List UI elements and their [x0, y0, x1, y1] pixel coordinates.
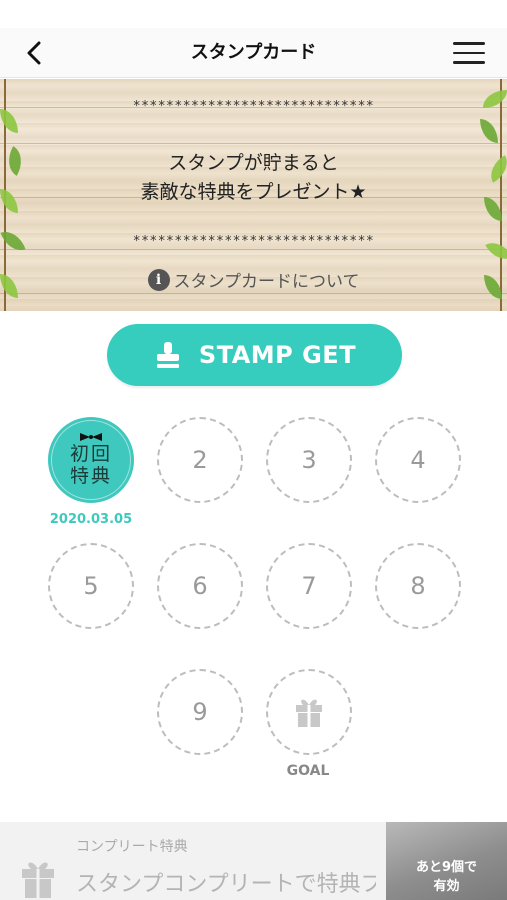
stamp-date: 2020.03.05: [49, 512, 133, 527]
reward-gift-icon: [20, 858, 56, 900]
info-banner: ***************************** スタンプが貯まると …: [0, 79, 507, 311]
about-stamp-card-link[interactable]: i スタンプカードについて: [0, 267, 507, 292]
stamp-slot-goal: [266, 669, 352, 755]
about-stamp-card-label: スタンプカードについて: [173, 272, 360, 292]
stamp-slot-2: 2: [157, 417, 243, 503]
decorative-stars-bottom: *****************************: [132, 234, 375, 249]
stamp-slot-3: 3: [266, 417, 352, 503]
reward-description: スタンプコンプリートで特典プ: [76, 872, 376, 897]
stamp-slot-1-completed: 初回特典: [48, 417, 134, 503]
remaining-line2: 有効: [433, 879, 460, 894]
stamp-get-button[interactable]: STAMP GET: [107, 324, 402, 386]
stamp-get-label: STAMP GET: [198, 341, 357, 369]
stamp-slot-4: 4: [375, 417, 461, 503]
stamp-icon: [156, 342, 179, 368]
first-stamp-text: 初回特典: [69, 443, 112, 487]
gift-icon: [296, 699, 322, 727]
info-icon: i: [147, 268, 170, 291]
banner-message: スタンプが貯まると 素敵な特典をプレゼント★: [0, 149, 507, 207]
banner-message-line2: 素敵な特典をプレゼント★: [140, 181, 367, 203]
stamp-slot-8: 8: [375, 543, 461, 629]
goal-label: GOAL: [286, 763, 330, 779]
stamp-slot-7: 7: [266, 543, 352, 629]
hamburger-menu-icon[interactable]: [453, 38, 485, 68]
reward-label: コンプリート特典: [76, 839, 188, 855]
stamp-slot-6: 6: [157, 543, 243, 629]
app-header: スタンプカード: [0, 28, 507, 78]
page-title: スタンプカード: [190, 42, 317, 63]
bow-tie-icon: [80, 433, 102, 441]
remaining-line1: あと9個で: [415, 860, 478, 875]
stamp-slot-9: 9: [157, 669, 243, 755]
status-bar: [0, 0, 507, 28]
complete-reward-card[interactable]: コンプリート特典 スタンプコンプリートで特典プ あと9個で 有効: [0, 822, 507, 900]
decorative-stars-top: *****************************: [132, 99, 375, 114]
stamp-slot-5: 5: [48, 543, 134, 629]
remaining-count-badge: あと9個で 有効: [386, 822, 507, 900]
banner-message-line1: スタンプが貯まると: [168, 152, 339, 174]
